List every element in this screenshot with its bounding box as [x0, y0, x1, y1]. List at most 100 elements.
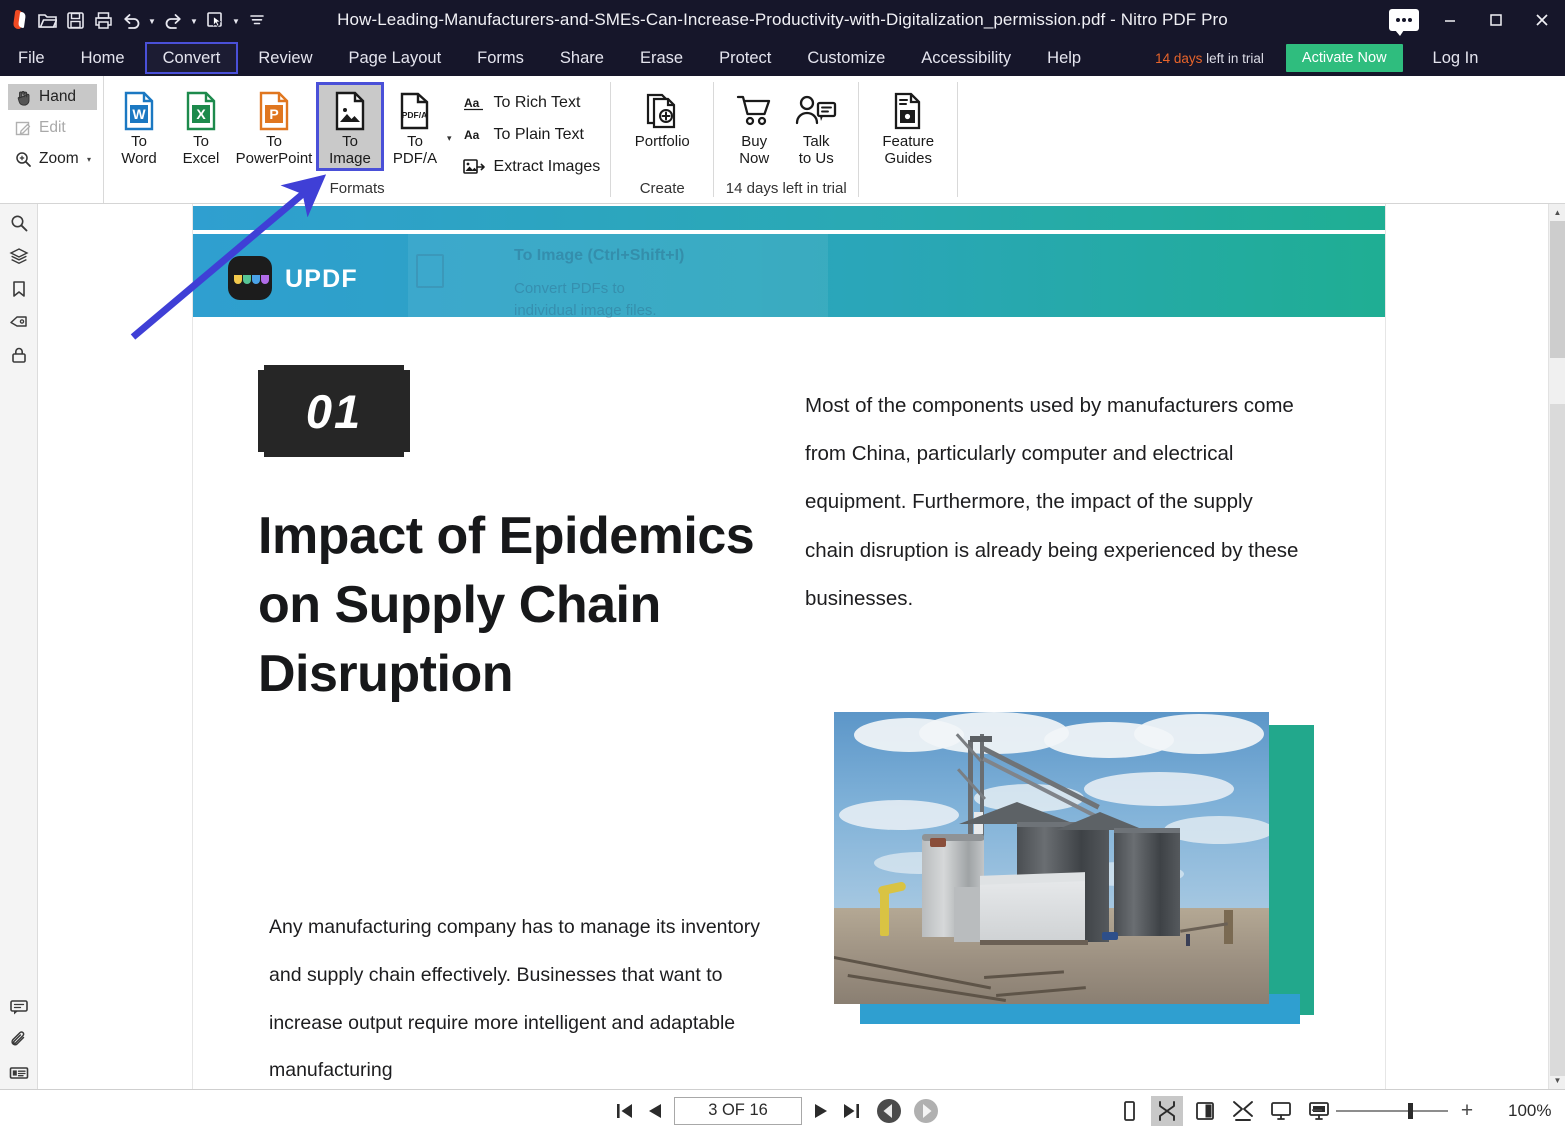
open-icon[interactable]: [34, 6, 60, 34]
undo-dropdown-caret-icon[interactable]: ▼: [146, 6, 158, 34]
layers-icon[interactable]: [3, 239, 35, 272]
redo-dropdown-caret-icon[interactable]: ▼: [188, 6, 200, 34]
bookmark-icon[interactable]: [3, 272, 35, 305]
to-excel-button[interactable]: X To Excel: [170, 82, 232, 168]
tab-accessibility[interactable]: Accessibility: [903, 40, 1029, 76]
hand-tool-label: Hand: [39, 88, 77, 105]
to-pdfa-label: To PDF/A: [392, 133, 438, 167]
to-powerpoint-button[interactable]: P To PowerPoint: [232, 82, 316, 168]
last-page-button[interactable]: [840, 1101, 862, 1121]
continuous-view-icon[interactable]: [1151, 1095, 1183, 1126]
select-dropdown-caret-icon[interactable]: ▼: [230, 6, 242, 34]
vertical-scrollbar[interactable]: ▲ ▼: [1548, 204, 1565, 1089]
tooltip-title: To Image (Ctrl+Shift+I): [514, 247, 685, 264]
to-powerpoint-label: To PowerPoint: [235, 133, 313, 167]
comment-icon[interactable]: [3, 990, 35, 1023]
scroll-thumb[interactable]: [1550, 404, 1565, 1076]
svg-text:P: P: [269, 106, 278, 122]
tab-file[interactable]: File: [0, 40, 63, 76]
page-number-input[interactable]: 3 OF 16: [674, 1096, 802, 1125]
tab-help[interactable]: Help: [1029, 40, 1099, 76]
feedback-icon[interactable]: [1381, 0, 1427, 40]
tab-forms[interactable]: Forms: [459, 40, 542, 76]
section-number-badge: 01: [258, 370, 410, 452]
fit-page-icon[interactable]: [1265, 1096, 1297, 1126]
forward-navigation-button[interactable]: [912, 1097, 940, 1125]
search-icon[interactable]: [3, 206, 35, 239]
ribbon-group-guides: Feature Guides: [859, 76, 957, 203]
two-page-continuous-view-icon[interactable]: [1227, 1096, 1259, 1126]
scroll-down-arrow-icon[interactable]: ▼: [1549, 1072, 1565, 1089]
tab-home[interactable]: Home: [63, 40, 143, 76]
rich-text-icon: Aa: [462, 93, 486, 113]
tab-share[interactable]: Share: [542, 40, 622, 76]
back-navigation-button[interactable]: [875, 1097, 903, 1125]
scroll-thumb-upper[interactable]: [1550, 221, 1565, 358]
edit-tool-button[interactable]: Edit: [8, 115, 97, 141]
svg-text:Aa: Aa: [464, 128, 480, 142]
save-icon[interactable]: [62, 6, 88, 34]
ribbon-divider-4: [957, 82, 959, 197]
zoom-dropdown-caret-icon[interactable]: ▾: [87, 155, 91, 164]
tag-icon[interactable]: [3, 305, 35, 338]
undo-icon[interactable]: [118, 6, 144, 34]
extract-images-label: Extract Images: [493, 158, 601, 175]
to-image-tooltip-ghost: To Image (Ctrl+Shift+I) Convert PDFs to …: [408, 234, 828, 334]
buy-now-button[interactable]: Buy Now: [724, 82, 784, 168]
maximize-button[interactable]: [1473, 0, 1519, 40]
first-page-button[interactable]: [614, 1101, 636, 1121]
log-in-button[interactable]: Log In: [1433, 49, 1479, 68]
to-plain-text-button[interactable]: Aa To Plain Text: [462, 122, 601, 148]
tab-erase[interactable]: Erase: [622, 40, 701, 76]
page-navigation: 3 OF 16: [614, 1096, 940, 1125]
print-icon[interactable]: [90, 6, 116, 34]
talk-to-us-button[interactable]: Talk to Us: [784, 82, 848, 168]
redo-icon[interactable]: [160, 6, 186, 34]
to-pdfa-button[interactable]: PDF/A To PDF/A: [384, 82, 446, 168]
document-viewport[interactable]: UPDF To Image (Ctrl+Shift+I) Convert PDF…: [38, 204, 1548, 1089]
thumbnails-icon[interactable]: [3, 1056, 35, 1089]
tab-convert[interactable]: Convert: [144, 42, 239, 74]
to-image-button[interactable]: To Image: [316, 82, 384, 171]
grain-silos-photo: [834, 712, 1269, 1004]
two-page-view-icon[interactable]: [1189, 1096, 1221, 1126]
quick-access-toolbar: ▼ ▼ ▼: [0, 0, 270, 40]
zoom-tool-button[interactable]: Zoom ▾: [8, 146, 97, 172]
hand-tool-button[interactable]: Hand: [8, 84, 97, 110]
formats-group-label: Formats: [329, 180, 385, 197]
to-rich-text-button[interactable]: Aa To Rich Text: [462, 90, 601, 116]
tab-customize[interactable]: Customize: [789, 40, 903, 76]
activate-now-button[interactable]: Activate Now: [1285, 44, 1403, 72]
ribbon-group-trial: Buy Now Talk to Us 14 days left in trial: [714, 76, 858, 203]
zoom-in-button[interactable]: +: [1458, 1099, 1476, 1123]
minimize-button[interactable]: [1427, 0, 1473, 40]
view-mode-group: [1113, 1095, 1335, 1126]
next-page-button[interactable]: [811, 1101, 831, 1121]
portfolio-button[interactable]: Portfolio: [625, 82, 699, 151]
tab-page-layout[interactable]: Page Layout: [331, 40, 460, 76]
buy-now-label: Buy Now: [739, 133, 770, 167]
page-indicator: 3 OF 16: [708, 1101, 768, 1119]
customize-qat-icon[interactable]: [244, 6, 270, 34]
close-button[interactable]: [1519, 0, 1565, 40]
svg-text:X: X: [196, 106, 206, 122]
zoom-level-label: 100%: [1508, 1100, 1552, 1120]
previous-page-button[interactable]: [645, 1101, 665, 1121]
attachment-icon[interactable]: [3, 1023, 35, 1056]
extract-images-button[interactable]: Extract Images: [462, 154, 601, 180]
lock-icon[interactable]: [3, 338, 35, 371]
to-word-button[interactable]: W To Word: [108, 82, 170, 168]
ribbon-tab-bar: File Home Convert Review Page Layout For…: [0, 40, 1565, 76]
tab-protect[interactable]: Protect: [701, 40, 789, 76]
ribbon-convert: Hand Edit Zoom ▾ W To Word X To Excel P …: [0, 76, 1565, 204]
feature-guides-button[interactable]: Feature Guides: [873, 82, 943, 168]
zoom-out-button[interactable]: −: [1308, 1099, 1326, 1123]
zoom-slider-thumb[interactable]: [1408, 1102, 1413, 1119]
zoom-slider[interactable]: [1336, 1102, 1448, 1119]
tab-review[interactable]: Review: [240, 40, 330, 76]
select-icon[interactable]: [202, 6, 228, 34]
guides-group-label: [859, 197, 957, 203]
right-paragraph: Most of the components used by manufactu…: [805, 394, 1299, 610]
scroll-up-arrow-icon[interactable]: ▲: [1549, 204, 1565, 221]
single-page-view-icon[interactable]: [1113, 1096, 1145, 1126]
